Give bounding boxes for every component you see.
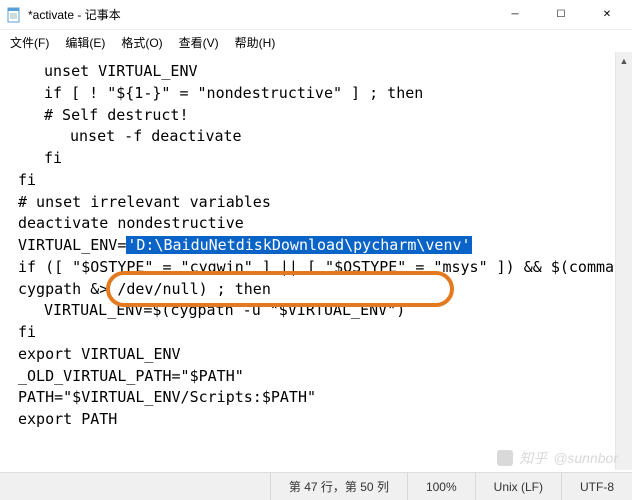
menu-edit[interactable]: 编辑(E) [59, 32, 111, 53]
menu-format[interactable]: 格式(O) [115, 32, 168, 53]
titlebar: *activate - 记事本 ─ ☐ ✕ [0, 0, 632, 30]
menu-view[interactable]: 查看(V) [173, 32, 225, 53]
close-button[interactable]: ✕ [584, 0, 630, 30]
code-line: # unset irrelevant variables [18, 192, 624, 214]
code-line: fi [18, 148, 624, 170]
text-area[interactable]: unset VIRTUAL_ENV if [ ! "${1-}" = "nond… [0, 55, 632, 473]
statusbar: 第 47 行，第 50 列 100% Unix (LF) UTF-8 [0, 472, 632, 500]
status-position: 第 47 行，第 50 列 [270, 473, 407, 500]
menu-file[interactable]: 文件(F) [4, 32, 55, 53]
menubar: 文件(F) 编辑(E) 格式(O) 查看(V) 帮助(H) [0, 30, 632, 55]
status-zoom: 100% [407, 473, 475, 500]
notepad-icon [6, 7, 22, 23]
code-line: export PATH [18, 409, 624, 431]
menu-help[interactable]: 帮助(H) [229, 32, 282, 53]
code-line: _OLD_VIRTUAL_PATH="$PATH" [18, 366, 624, 388]
scroll-up-icon[interactable]: ▲ [616, 52, 632, 69]
code-line: export VIRTUAL_ENV [18, 344, 624, 366]
code-line: PATH="$VIRTUAL_ENV/Scripts:$PATH" [18, 387, 624, 409]
status-lineending: Unix (LF) [475, 473, 561, 500]
code-line: unset VIRTUAL_ENV [18, 61, 624, 83]
minimize-button[interactable]: ─ [492, 0, 538, 30]
code-line: unset -f deactivate [18, 126, 624, 148]
code-line: if [ ! "${1-}" = "nondestructive" ] ; th… [18, 83, 624, 105]
selected-text: 'D:\BaiduNetdiskDownload\pycharm\venv' [126, 236, 471, 254]
vertical-scrollbar[interactable]: ▲ [615, 52, 632, 470]
code-text: VIRTUAL_ENV= [18, 236, 126, 254]
code-line: # Self destruct! [18, 105, 624, 127]
code-line: fi [18, 170, 624, 192]
maximize-button[interactable]: ☐ [538, 0, 584, 30]
code-line: fi [18, 322, 624, 344]
code-line: deactivate nondestructive [18, 213, 624, 235]
window-title: *activate - 记事本 [28, 6, 492, 23]
code-line: VIRTUAL_ENV=$(cygpath -u "$VIRTUAL_ENV") [18, 300, 624, 322]
window-controls: ─ ☐ ✕ [492, 0, 630, 30]
code-line: if ([ "$OSTYPE" = "cygwin" ] || [ "$OSTY… [18, 257, 624, 279]
status-encoding: UTF-8 [561, 473, 632, 500]
code-line: cygpath &> /dev/null) ; then [18, 279, 624, 301]
code-line: VIRTUAL_ENV='D:\BaiduNetdiskDownload\pyc… [18, 235, 624, 257]
